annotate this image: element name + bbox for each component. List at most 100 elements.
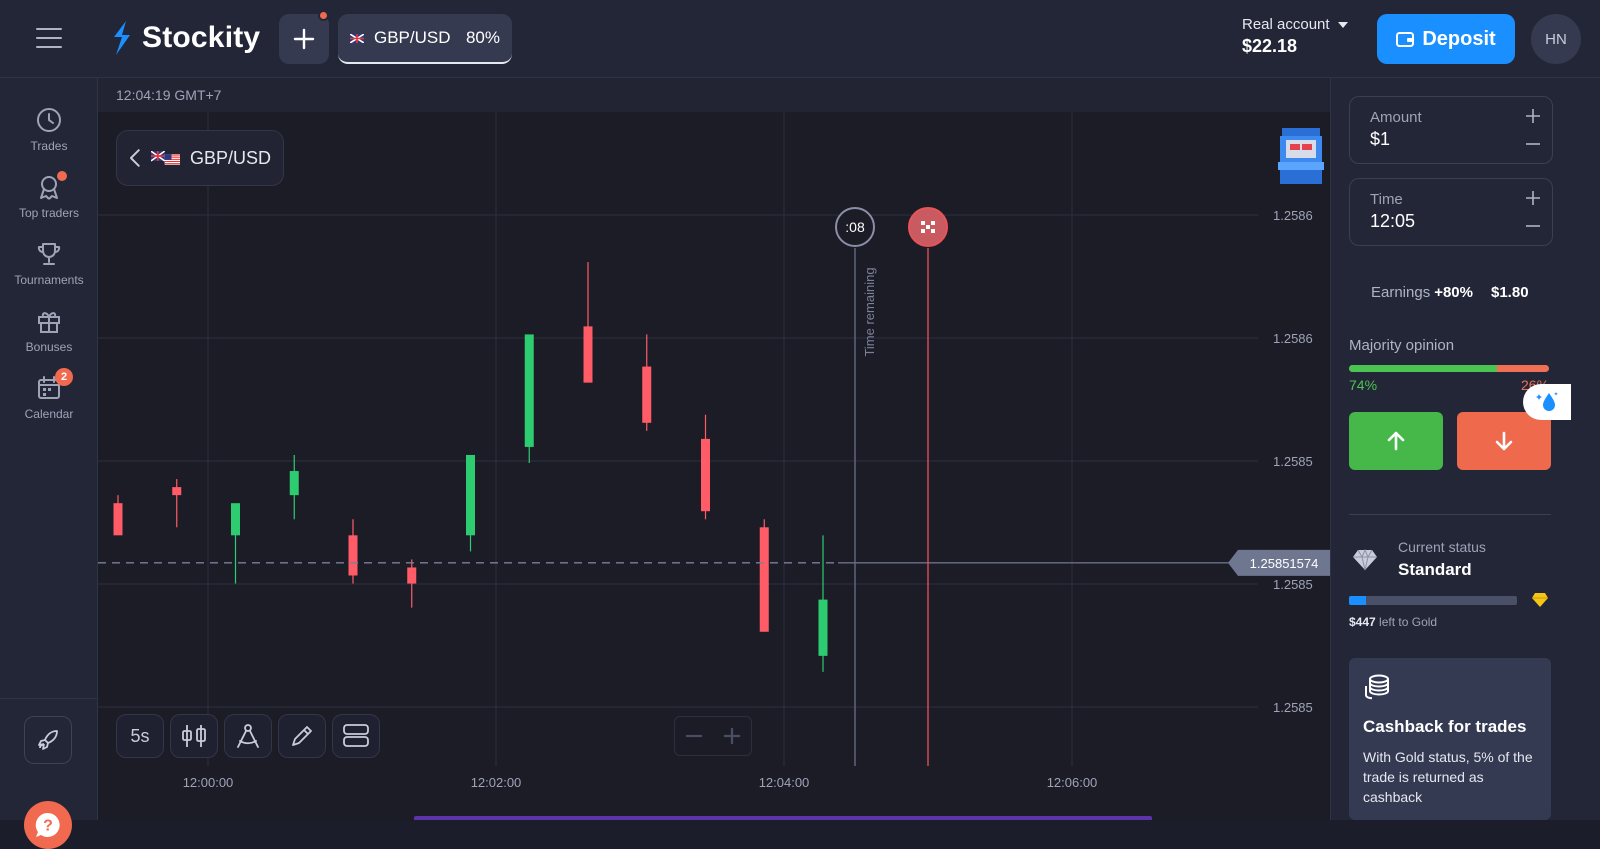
plus-icon	[293, 28, 315, 50]
sidebar-item-bonuses[interactable]: Bonuses	[0, 307, 98, 369]
sidebar-item-calendar[interactable]: 2 Calendar	[0, 368, 98, 436]
price-tick-label: 1.2585	[1273, 700, 1313, 715]
uk-flag-icon	[350, 33, 364, 43]
time-plus-icon[interactable]	[1524, 189, 1542, 207]
finish-flag-icon	[926, 225, 930, 229]
chart-toolbar: 5s	[116, 714, 380, 758]
deposit-label: Deposit	[1422, 27, 1496, 50]
candle-up	[818, 599, 828, 656]
amount-minus-icon[interactable]	[1524, 135, 1542, 153]
pencil-icon	[292, 726, 312, 746]
current-status-label: Current status	[1398, 539, 1486, 555]
trade-panel: Amount $1 Time 12:05 Earnings +80% $1.80 M…	[1330, 78, 1600, 820]
server-time: 12:04:19 GMT+7	[116, 87, 222, 103]
sidebar-item-label: Top traders	[18, 206, 80, 220]
diamond-icon	[1353, 548, 1377, 571]
time-remaining-label: Time remaining	[862, 267, 877, 356]
gbp-usd-flags-icon	[150, 151, 180, 165]
asset-tab-payout: 80%	[465, 28, 500, 47]
time-field[interactable]: Time 12:05	[1349, 178, 1553, 246]
status-progress-fill	[1349, 596, 1366, 605]
bottom-accent-strip	[414, 816, 1152, 820]
earnings-label: Earnings	[1371, 284, 1431, 301]
amount-field[interactable]: Amount $1	[1349, 96, 1553, 164]
avatar[interactable]: HN	[1531, 14, 1581, 64]
majority-up-pct: 74%	[1349, 377, 1378, 393]
caret-down-icon	[1337, 21, 1348, 28]
coins-icon	[1365, 674, 1389, 700]
zoom-in-button[interactable]	[713, 717, 751, 755]
cashback-title: Cashback for trades	[1363, 717, 1527, 736]
sidebar-item-top-traders[interactable]: Top traders	[0, 171, 98, 235]
sidebar-item-tournaments[interactable]: Tournaments	[0, 240, 98, 302]
water-drop-button[interactable]	[1523, 384, 1571, 420]
candles-icon	[182, 725, 206, 747]
price-tick-label: 1.2585	[1273, 454, 1313, 469]
notification-dot	[318, 10, 329, 21]
menu-icon[interactable]	[36, 28, 62, 48]
brand-name: Stockity	[142, 21, 261, 54]
award-icon	[35, 171, 67, 201]
candle-up	[289, 471, 299, 496]
help-chat-icon: ?	[35, 812, 60, 837]
asset-tab-name: GBP/USD	[374, 28, 451, 47]
chart-area[interactable]: 1.2586 1.2586 1.2585 1.2585 1.2585 12:00:00 12…	[98, 78, 1330, 820]
water-drop-icon	[1536, 392, 1558, 411]
clock-icon	[35, 106, 63, 134]
rocket-icon	[38, 730, 58, 750]
sidebar-divider	[0, 698, 98, 699]
sidebar-item-trades[interactable]: Trades	[0, 106, 98, 168]
sidebar-item-label: Tournaments	[14, 273, 84, 287]
finish-flag-icon	[921, 221, 925, 225]
amount-plus-icon[interactable]	[1524, 107, 1542, 125]
candle-down	[348, 535, 358, 576]
time-tick-label: 12:06:00	[1047, 775, 1098, 790]
countdown-label: :08	[845, 219, 865, 235]
trade-down-button[interactable]	[1457, 412, 1551, 470]
calendar-badge: 2	[55, 368, 73, 386]
gift-icon	[35, 307, 63, 335]
interval-button[interactable]: 5s	[116, 714, 164, 758]
left-to-gold-amount: $447	[1349, 615, 1376, 629]
candle-down	[172, 487, 182, 496]
trade-up-button[interactable]	[1349, 412, 1443, 470]
current-status-value: Standard	[1398, 560, 1472, 579]
brand[interactable]: Stockity	[110, 18, 260, 58]
price-chart[interactable]: 1.2586 1.2586 1.2585 1.2585 1.2585 12:00:00 12…	[98, 78, 1330, 820]
time-minus-icon[interactable]	[1524, 217, 1542, 235]
chart-type-button[interactable]	[170, 714, 218, 758]
candle-down	[759, 527, 769, 632]
split-layout-icon	[343, 724, 369, 747]
time-tick-label: 12:02:00	[471, 775, 522, 790]
help-button[interactable]: ?	[24, 801, 72, 849]
chart-topbar: 12:04:19 GMT+7	[98, 78, 1330, 112]
add-asset-button[interactable]	[279, 10, 329, 64]
sidebar-item-label: Bonuses	[25, 340, 73, 354]
stockity-logo-icon	[114, 21, 130, 55]
indicators-button[interactable]	[224, 714, 272, 758]
account-selector[interactable]: Real account $22.18	[1242, 16, 1348, 57]
arcade-machine-icon[interactable]	[1276, 128, 1326, 184]
trophy-icon	[35, 240, 63, 268]
layout-button[interactable]	[332, 714, 380, 758]
candle-up	[466, 454, 475, 536]
earnings-pct: +80%	[1434, 284, 1473, 301]
candle-down	[701, 438, 710, 512]
candle-up	[524, 334, 534, 447]
plus-icon	[724, 728, 740, 744]
sidebar-item-label: Trades	[30, 139, 68, 153]
left-sidebar: Trades Top traders Tournaments Bonuses 2…	[0, 78, 98, 849]
rocket-button[interactable]	[24, 716, 72, 764]
account-label: Real account	[1242, 16, 1330, 33]
status-progress-bar	[1349, 596, 1517, 605]
zoom-out-button[interactable]	[675, 717, 713, 755]
asset-tab-gbpusd[interactable]: GBP/USD 80%	[338, 14, 512, 64]
calendar-icon: 2	[35, 368, 73, 402]
svg-text:?: ?	[43, 818, 53, 835]
drawing-button[interactable]	[278, 714, 326, 758]
current-price-label: 1.25851574	[1250, 556, 1319, 571]
deposit-button[interactable]: Deposit	[1377, 14, 1515, 64]
cashback-card[interactable]: Cashback for trades With Gold status, 5%…	[1349, 658, 1551, 820]
candle-down	[113, 503, 123, 536]
pair-selector-button[interactable]: GBP/USD	[116, 130, 284, 186]
